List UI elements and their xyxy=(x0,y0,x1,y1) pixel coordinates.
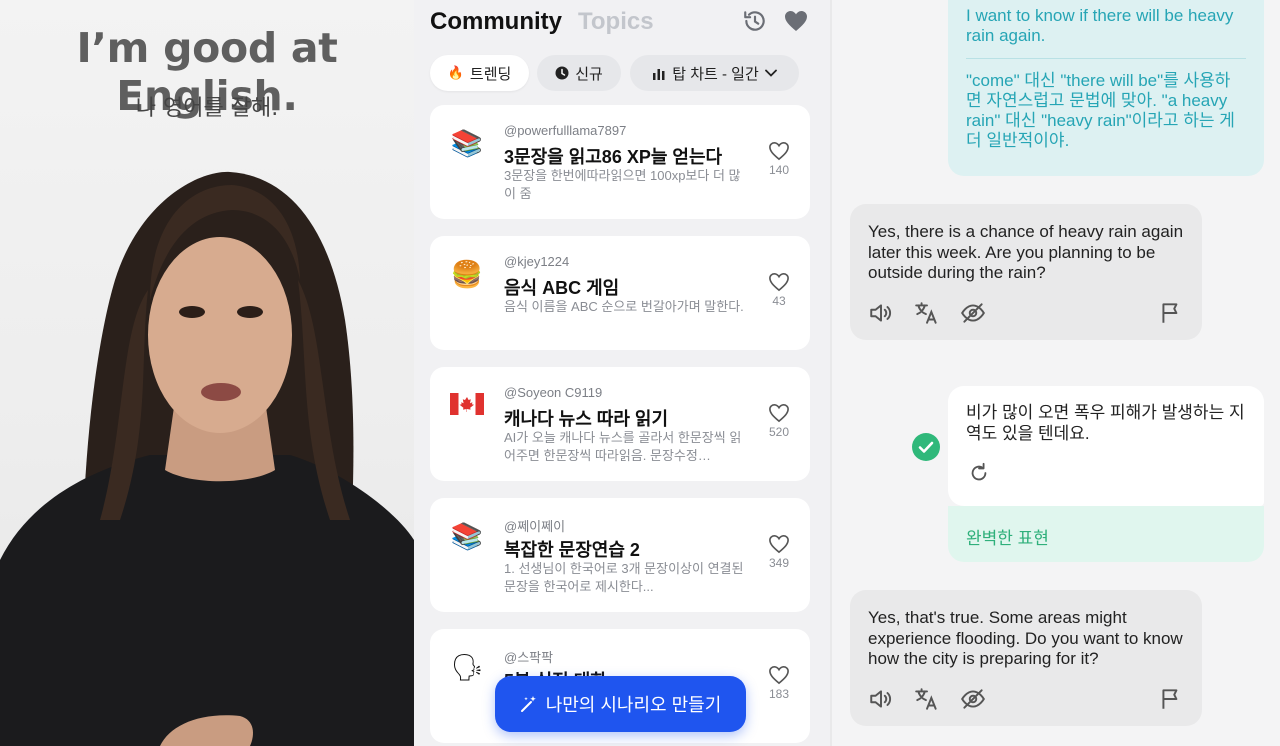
video-panel: I’m good at English. 나 영어를 잘해. xyxy=(0,0,414,746)
topic-card[interactable]: 📚 @쩨이쩨이 복잡한 문장연습 2 1. 선생님이 한국어로 3개 문장이상이… xyxy=(430,498,810,612)
check-circle-icon xyxy=(912,433,940,461)
like-count: 520 xyxy=(768,425,790,439)
like-button[interactable]: 183 xyxy=(764,665,794,701)
books-icon: 📚 xyxy=(450,522,484,552)
filter-top-chart-label: 탑 차트 - 일간 xyxy=(672,65,759,83)
like-count: 43 xyxy=(772,294,786,308)
topic-card[interactable]: 🍔 @kjey1224 음식 ABC 게임 음식 이름을 ABC 순으로 번갈아… xyxy=(430,236,810,350)
card-title: 음식 ABC 게임 xyxy=(504,278,620,298)
card-title: 캐나다 뉴스 따라 읽기 xyxy=(504,409,669,429)
chart-icon xyxy=(653,68,665,80)
speaker-icon[interactable] xyxy=(868,300,894,326)
topic-card[interactable]: @Soyeon C9119 캐나다 뉴스 따라 읽기 AI가 오늘 캐나다 뉴스… xyxy=(430,367,810,481)
filter-new-label: 신규 xyxy=(575,65,603,83)
chevron-down-icon xyxy=(764,69,777,77)
create-scenario-label: 나만의 시나리오 만들기 xyxy=(545,695,722,715)
heart-outline-icon xyxy=(769,141,789,161)
translate-icon[interactable] xyxy=(914,686,940,712)
hamburger-icon: 🍔 xyxy=(450,260,484,290)
filter-chips: 🔥 트렌딩 신규 탑 차트 - 일간 xyxy=(430,55,810,93)
card-title: 복잡한 문장연습 2 xyxy=(504,540,640,560)
card-description: 1. 선생님이 한국어로 3개 문장이상이 연결된 문장을 한국어로 제시한다.… xyxy=(504,561,744,594)
heart-outline-icon xyxy=(769,403,789,423)
ai-message: Yes, there is a chance of heavy rain aga… xyxy=(850,204,1202,340)
my-message-text: 비가 많이 오면 폭우 피해가 발생하는 지역도 있을 텐데요. xyxy=(966,403,1245,443)
history-icon[interactable] xyxy=(742,8,768,34)
like-button[interactable]: 520 xyxy=(764,403,794,439)
heart-outline-icon xyxy=(769,665,789,685)
speaking-head-icon: 🗣 xyxy=(450,653,484,683)
card-title: 3문장을 읽고86 XP늘 얻는다 xyxy=(504,147,723,167)
hide-eye-icon[interactable] xyxy=(960,686,986,712)
filter-new[interactable]: 신규 xyxy=(537,55,621,91)
retry-icon[interactable] xyxy=(968,462,990,484)
feedback-label: 완벽한 표현 xyxy=(948,506,1264,562)
ai-message-text: Yes, there is a chance of heavy rain aga… xyxy=(868,222,1184,282)
topic-card[interactable]: 📚 @powerfulllama7897 3문장을 읽고86 XP늘 얻는다 3… xyxy=(430,105,810,219)
correction-text: "come" 대신 "there will be"를 사용하면 자연스럽고 문법… xyxy=(966,71,1235,150)
community-panel: Community Topics 🔥 트렌딩 신규 탑 차트 - 일간 📚 @p… xyxy=(414,0,830,746)
create-scenario-button[interactable]: 나만의 시나리오 만들기 xyxy=(495,676,746,732)
user-message-with-correction: I want to know if there will be heavy ra… xyxy=(948,0,1264,176)
user-message-text: I want to know if there will be heavy ra… xyxy=(966,6,1234,45)
heart-outline-icon xyxy=(769,534,789,554)
tab-community[interactable]: Community xyxy=(430,8,562,36)
speaker-icon[interactable] xyxy=(868,686,894,712)
canada-flag-icon xyxy=(450,393,484,415)
books-icon: 📚 xyxy=(450,129,484,159)
favorites-heart-icon[interactable] xyxy=(784,10,808,32)
divider xyxy=(966,58,1246,59)
like-count: 140 xyxy=(768,163,790,177)
my-message: 비가 많이 오면 폭우 피해가 발생하는 지역도 있을 텐데요. xyxy=(948,386,1264,506)
ai-message: Yes, that's true. Some areas might exper… xyxy=(850,590,1202,726)
card-description: 3문장을 한번에따라읽으면 100xp보다 더 많이 줌 xyxy=(504,168,741,201)
heart-outline-icon xyxy=(769,272,789,292)
like-button[interactable]: 349 xyxy=(764,534,794,570)
fire-icon: 🔥 xyxy=(447,65,464,80)
flag-icon[interactable] xyxy=(1158,300,1184,326)
clock-icon xyxy=(555,66,569,80)
ai-message-text: Yes, that's true. Some areas might exper… xyxy=(868,608,1183,668)
card-username: @스팍팍 xyxy=(504,650,554,665)
card-description: 음식 이름을 ABC 순으로 번갈아가며 말한다. xyxy=(504,299,744,314)
card-description: AI가 오늘 캐나다 뉴스를 골라서 한문장씩 읽어주면 한문장씩 따라읽음. … xyxy=(504,430,742,463)
card-username: @kjey1224 xyxy=(504,254,570,269)
caption-korean: 나 영어를 잘해. xyxy=(135,96,279,121)
card-username: @powerfulllama7897 xyxy=(504,123,627,138)
card-username: @Soyeon C9119 xyxy=(504,385,603,400)
hide-eye-icon[interactable] xyxy=(960,300,986,326)
chat-panel: I want to know if there will be heavy ra… xyxy=(830,0,1280,746)
flag-icon[interactable] xyxy=(1158,686,1184,712)
tab-topics[interactable]: Topics xyxy=(578,8,654,36)
like-button[interactable]: 140 xyxy=(764,141,794,177)
magic-wand-icon xyxy=(520,696,536,712)
filter-top-chart[interactable]: 탑 차트 - 일간 xyxy=(630,55,799,91)
message-tools xyxy=(868,300,1184,326)
filter-trending[interactable]: 🔥 트렌딩 xyxy=(430,55,529,91)
filter-trending-label: 트렌딩 xyxy=(469,65,512,83)
like-count: 183 xyxy=(768,687,790,701)
like-count: 349 xyxy=(768,556,790,570)
translate-icon[interactable] xyxy=(914,300,940,326)
community-header: Community Topics xyxy=(430,4,810,40)
like-button[interactable]: 43 xyxy=(764,272,794,308)
message-tools xyxy=(868,686,1184,712)
card-username: @쩨이쩨이 xyxy=(504,519,566,534)
